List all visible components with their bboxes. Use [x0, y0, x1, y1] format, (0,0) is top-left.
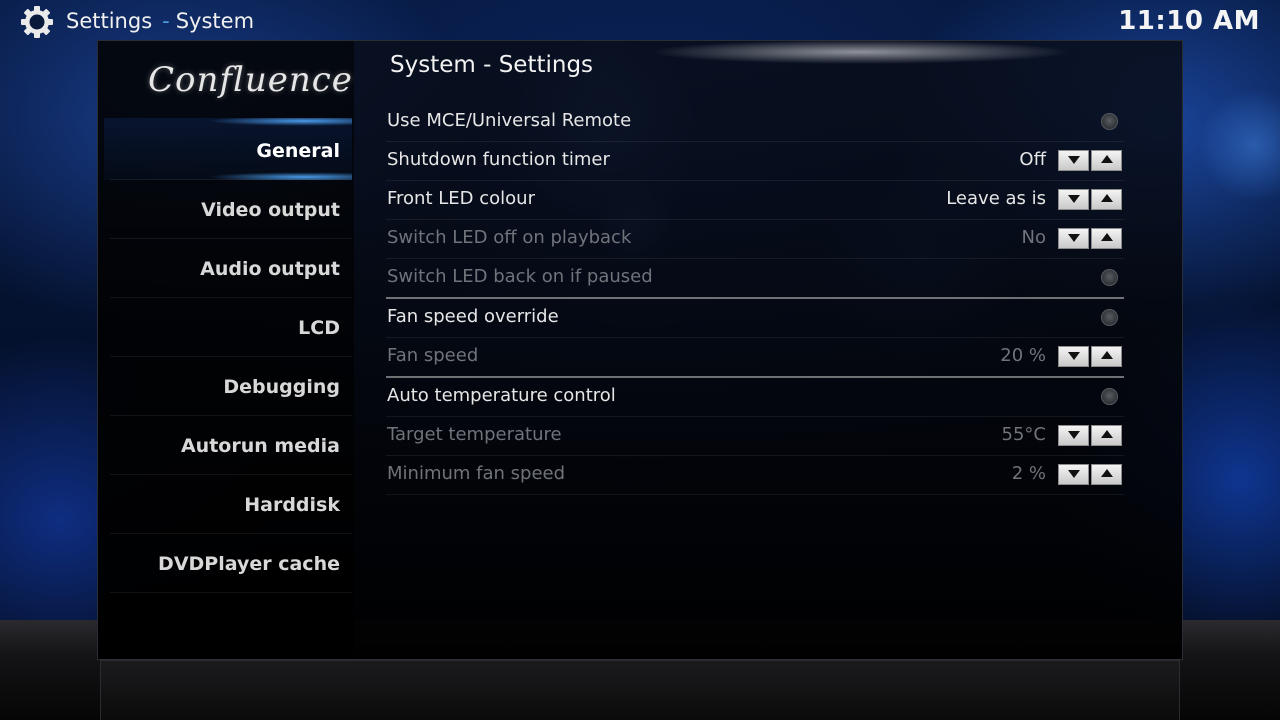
setting-label: Switch LED off on playback — [387, 227, 632, 248]
setting-label: Fan speed override — [387, 306, 559, 327]
arrow-up-icon[interactable] — [1091, 464, 1122, 485]
spin-control — [1058, 189, 1122, 210]
sidebar-item[interactable]: General — [110, 122, 352, 180]
spin-control — [1058, 228, 1122, 249]
setting-label: Front LED colour — [387, 188, 535, 209]
arrow-down-icon[interactable] — [1058, 464, 1089, 485]
sidebar-item[interactable]: Debugging — [110, 358, 352, 416]
setting-value: 2 % — [1011, 463, 1046, 484]
arrow-up-icon[interactable] — [1091, 228, 1122, 249]
setting-row[interactable]: Switch LED off on playback No — [386, 219, 1124, 259]
setting-value: No — [1021, 227, 1046, 248]
footer-bar — [100, 660, 1180, 720]
setting-label: Fan speed — [387, 345, 479, 366]
setting-row[interactable]: Use MCE/Universal Remote — [386, 102, 1124, 142]
spin-control — [1058, 425, 1122, 446]
breadcrumb-subsection: System — [175, 9, 255, 33]
spin-control — [1058, 150, 1122, 171]
setting-row[interactable]: Minimum fan speed 2 % — [386, 455, 1124, 495]
arrow-down-icon[interactable] — [1058, 189, 1089, 210]
breadcrumb-section: Settings — [66, 9, 153, 33]
arrow-up-icon[interactable] — [1091, 425, 1122, 446]
radio-toggle-icon[interactable] — [1101, 269, 1118, 286]
arrow-down-icon[interactable] — [1058, 228, 1089, 249]
setting-row[interactable]: Shutdown function timer Off — [386, 141, 1124, 181]
setting-row[interactable]: Switch LED back on if paused — [386, 258, 1124, 299]
sidebar-item[interactable]: Autorun media — [110, 417, 352, 475]
setting-value: Off — [1019, 149, 1046, 170]
clock: 11:10 AM — [1118, 6, 1260, 36]
setting-row[interactable]: Fan speed override — [386, 298, 1124, 338]
setting-value: 20 % — [1000, 345, 1046, 366]
settings-gear-icon — [21, 6, 53, 38]
setting-label: Switch LED back on if paused — [387, 266, 653, 287]
radio-toggle-icon[interactable] — [1101, 388, 1118, 405]
arrow-up-icon[interactable] — [1091, 150, 1122, 171]
sidebar-item[interactable]: Audio output — [110, 240, 352, 298]
page-title: System - Settings — [390, 52, 594, 78]
breadcrumb-separator: - — [162, 9, 170, 33]
setting-row[interactable]: Auto temperature control — [386, 377, 1124, 417]
spin-control — [1058, 464, 1122, 485]
setting-value: 55°C — [1001, 424, 1046, 445]
setting-value: Leave as is — [946, 188, 1046, 209]
sidebar-item[interactable]: LCD — [110, 299, 352, 357]
breadcrumb: Settings - System — [66, 9, 254, 33]
arrow-up-icon[interactable] — [1091, 346, 1122, 367]
arrow-down-icon[interactable] — [1058, 150, 1089, 171]
setting-row[interactable]: Fan speed 20 % — [386, 337, 1124, 378]
setting-row[interactable]: Target temperature 55°C — [386, 416, 1124, 456]
arrow-up-icon[interactable] — [1091, 189, 1122, 210]
spin-control — [1058, 346, 1122, 367]
setting-row[interactable]: Front LED colour Leave as is — [386, 180, 1124, 220]
setting-label: Target temperature — [387, 424, 562, 445]
sidebar-item[interactable]: Harddisk — [110, 476, 352, 534]
radio-toggle-icon[interactable] — [1101, 113, 1118, 130]
setting-label: Shutdown function timer — [387, 149, 610, 170]
confluence-logo: Confluence — [148, 60, 353, 100]
sidebar-item[interactable]: Video output — [110, 181, 352, 239]
arrow-down-icon[interactable] — [1058, 346, 1089, 367]
radio-toggle-icon[interactable] — [1101, 309, 1118, 326]
setting-label: Use MCE/Universal Remote — [387, 110, 632, 131]
setting-label: Auto temperature control — [387, 385, 616, 406]
sidebar-item[interactable]: DVDPlayer cache — [110, 535, 352, 593]
arrow-down-icon[interactable] — [1058, 425, 1089, 446]
setting-label: Minimum fan speed — [387, 463, 566, 484]
